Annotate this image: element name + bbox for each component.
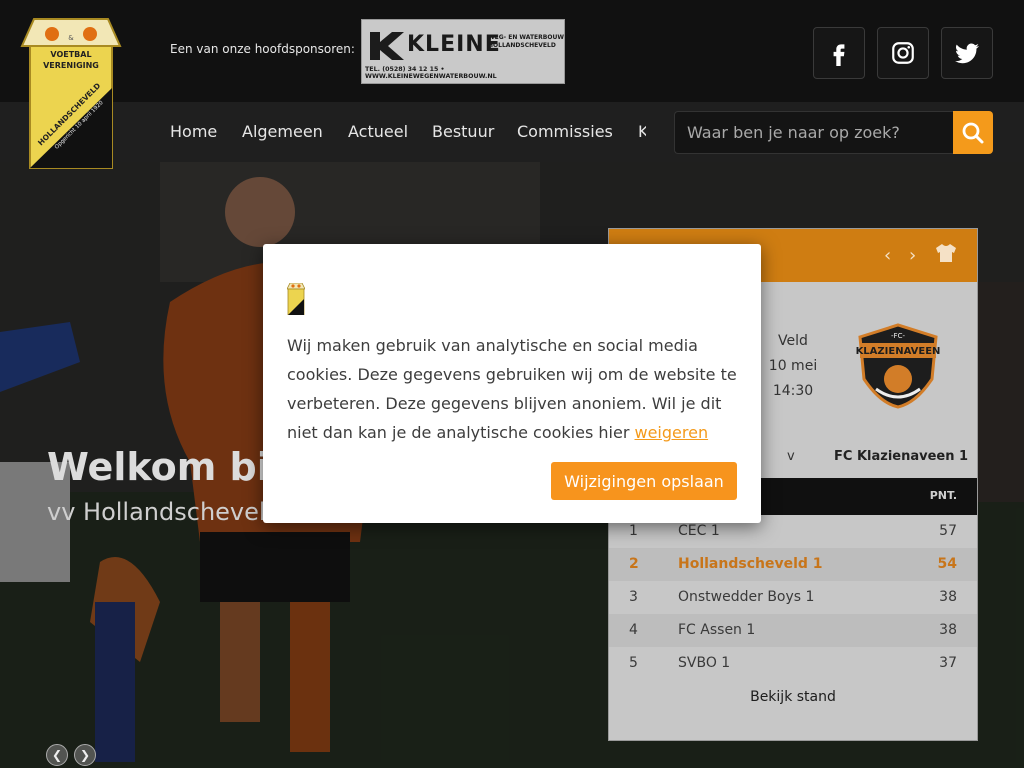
row-team: FC Assen 1 (678, 622, 756, 638)
row-position: 5 (629, 655, 638, 671)
nav-actueel[interactable]: Actueel (348, 122, 408, 141)
club-logo-small (287, 283, 305, 315)
table-row-highlighted[interactable]: 2 Hollandscheveld 1 54 (609, 548, 977, 581)
row-team: SVBO 1 (678, 655, 731, 671)
match-time: 14:30 (772, 383, 814, 399)
nav-commissies[interactable]: Commissies (517, 122, 613, 141)
sponsor-k-icon (370, 32, 404, 60)
row-team: Hollandscheveld 1 (678, 556, 823, 572)
widget-prev-button[interactable]: ‹ (884, 245, 891, 266)
search-button[interactable] (953, 111, 993, 154)
facebook-button[interactable] (813, 27, 865, 79)
club-logo[interactable]: VOETBAL VERENIGING HOLLANDSCHEVELD Opger… (20, 18, 122, 169)
view-standings-link[interactable]: Bekijk stand (609, 689, 977, 705)
row-team: Onstwedder Boys 1 (678, 589, 815, 605)
sponsor-contact: TEL. (0528) 34 12 15 • WWW.KLEINEWEGENWA… (365, 66, 497, 80)
table-row[interactable]: 4 FC Assen 1 38 (609, 614, 977, 647)
chevron-left-icon: ❮ (51, 748, 63, 762)
row-points: 57 (939, 523, 957, 539)
instagram-icon (892, 42, 914, 64)
away-logo-fc: -FC- (891, 332, 905, 340)
sponsor-label: Een van onze hoofdsponsoren: (170, 42, 355, 56)
svg-text:&: & (68, 34, 74, 42)
nav-bestuur[interactable]: Bestuur (432, 122, 494, 141)
row-team: CEC 1 (678, 523, 720, 539)
away-logo-text: KLAZIENAVEEN (856, 346, 940, 357)
row-points: 38 (939, 589, 957, 605)
cookie-modal: Wij maken gebruik van analytische en soc… (263, 244, 761, 523)
facebook-icon (833, 44, 845, 66)
chevron-right-icon: ❯ (79, 748, 91, 762)
shirt-icon (936, 244, 956, 262)
hero-title: Welkom bij (47, 445, 283, 489)
table-row[interactable]: 3 Onstwedder Boys 1 38 (609, 581, 977, 614)
chevron-left-icon: ‹ (884, 245, 892, 266)
row-position: 1 (629, 523, 638, 539)
twitter-button[interactable] (941, 27, 993, 79)
sponsor-banner[interactable]: KLEINE WEG- EN WATERBOUW HOLLANDSCHEVELD… (361, 19, 565, 84)
match-date: 10 mei (768, 358, 818, 374)
away-team-name: FC Klazienaveen 1 (834, 449, 969, 464)
logo-text-1: VOETBAL (50, 50, 91, 59)
table-row[interactable]: 5 SVBO 1 37 (609, 647, 977, 680)
decline-cookies-link[interactable]: weigeren (635, 423, 709, 442)
search-input[interactable] (674, 111, 954, 154)
row-position: 4 (629, 622, 638, 638)
hero-subtitle: vv Hollandscheveld (47, 498, 281, 526)
row-position: 3 (629, 589, 638, 605)
chevron-right-icon: › (909, 245, 917, 266)
search-icon (962, 122, 984, 143)
points-column-header: PNT. (929, 489, 957, 502)
match-venue: Veld (778, 333, 808, 349)
sponsor-tagline: WEG- EN WATERBOUW HOLLANDSCHEVELD (488, 34, 564, 49)
nav-home[interactable]: Home (170, 122, 217, 141)
cookie-text: Wij maken gebruik van analytische en soc… (287, 336, 737, 442)
logo-text-2: VERENIGING (43, 61, 99, 70)
versus-label: v (787, 449, 795, 464)
widget-next-button[interactable]: › (909, 245, 916, 266)
sponsor-name: KLEINE (407, 32, 501, 57)
row-points: 37 (939, 655, 957, 671)
row-points: 38 (939, 622, 957, 638)
instagram-button[interactable] (877, 27, 929, 79)
twitter-icon (955, 43, 979, 64)
row-position: 2 (629, 556, 639, 572)
save-preferences-button[interactable]: Wijzigingen opslaan (551, 462, 737, 500)
slider-next-button[interactable]: ❯ (74, 744, 96, 766)
nav-overflow-item[interactable]: K (638, 122, 646, 141)
row-points: 54 (937, 556, 957, 572)
shirt-button[interactable] (935, 243, 957, 268)
away-team-logo: -FC- KLAZIENAVEEN (856, 323, 940, 409)
nav-algemeen[interactable]: Algemeen (242, 122, 323, 141)
slider-prev-button[interactable]: ❮ (46, 744, 68, 766)
